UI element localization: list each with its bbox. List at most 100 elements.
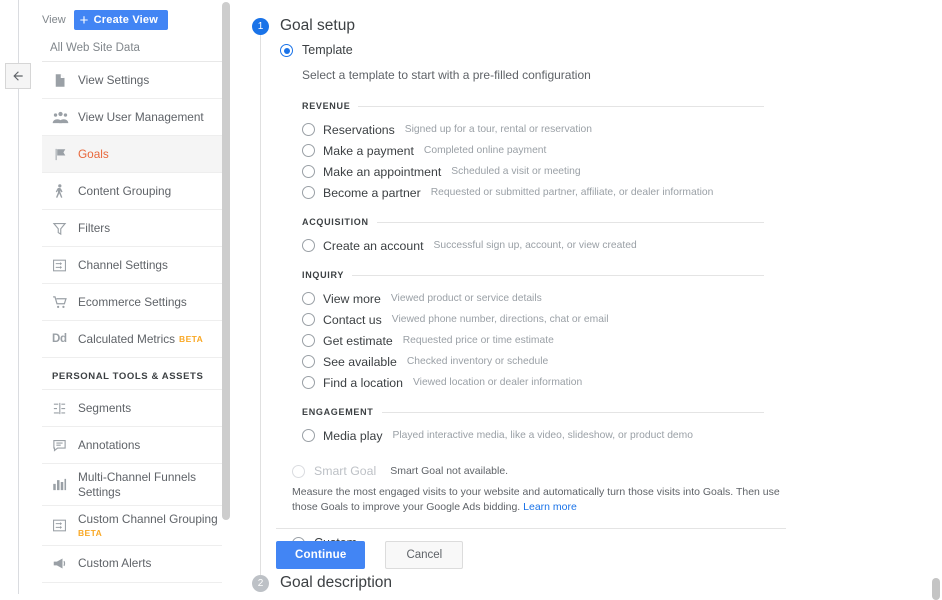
- option-name: Contact us: [323, 312, 382, 327]
- users-icon: [52, 110, 78, 125]
- template-radio[interactable]: [280, 44, 293, 57]
- sidebar: View + Create View All Web Site Data Vie…: [34, 0, 230, 594]
- template-option-create-an-account[interactable]: Create an account Successful sign up, ac…: [302, 235, 764, 256]
- option-desc: Completed online payment: [423, 145, 547, 156]
- template-option-contact-us[interactable]: Contact us Viewed phone number, directio…: [302, 309, 764, 330]
- funnel-icon: [52, 221, 78, 236]
- sidebar-item-goals[interactable]: Goals: [42, 136, 230, 173]
- group-title: ACQUISITION: [302, 217, 369, 227]
- option-name: Make a payment: [323, 143, 414, 158]
- template-option-become-a-partner[interactable]: Become a partner Requested or submitted …: [302, 182, 764, 203]
- template-option-make-an-appointment[interactable]: Make an appointment Scheduled a visit or…: [302, 161, 764, 182]
- action-divider: [276, 528, 786, 529]
- create-view-label: Create View: [93, 14, 158, 26]
- sidebar-item-channel-settings[interactable]: Channel Settings: [42, 247, 230, 284]
- template-group-revenue: REVENUE Reservations Signed up for a tou…: [302, 101, 764, 203]
- sidebar-item-custom-alerts[interactable]: Custom Alerts: [42, 546, 230, 583]
- option-radio[interactable]: [302, 144, 315, 157]
- sidebar-item-custom-channel-grouping[interactable]: Custom Channel Grouping BETA: [42, 506, 230, 546]
- template-hint: Select a template to start with a pre-fi…: [302, 68, 591, 82]
- group-rule: [352, 274, 764, 276]
- sidebar-item-label: Segments: [78, 400, 132, 415]
- option-name: Reservations: [323, 122, 395, 137]
- speech-bubble-icon: [52, 438, 78, 453]
- option-radio[interactable]: [302, 376, 315, 389]
- smart-goal-radio: [292, 464, 305, 478]
- sidebar-item-label: Ecommerce Settings: [78, 294, 187, 309]
- option-radio[interactable]: [302, 123, 315, 136]
- template-radio-row[interactable]: Template: [280, 44, 840, 57]
- template-option-reservations[interactable]: Reservations Signed up for a tour, renta…: [302, 119, 764, 140]
- group-header: ENGAGEMENT: [302, 407, 764, 417]
- template-option-find-a-location[interactable]: Find a location Viewed location or deale…: [302, 372, 764, 393]
- sidebar-item-multi-channel-funnels-settings[interactable]: Multi-Channel Funnels Settings: [42, 464, 230, 507]
- smart-goal-description: Measure the most engaged visits to your …: [292, 486, 780, 514]
- sidebar-item-view-settings[interactable]: View Settings: [42, 62, 230, 99]
- document-icon: [52, 73, 78, 88]
- option-name: Create an account: [323, 238, 424, 253]
- view-name[interactable]: All Web Site Data: [42, 34, 228, 62]
- option-radio[interactable]: [302, 334, 315, 347]
- nav-list: View Settings View User Management Goals…: [34, 62, 230, 583]
- sidebar-item-content-grouping[interactable]: Content Grouping: [42, 173, 230, 210]
- option-radio[interactable]: [302, 165, 315, 178]
- sidebar-item-label: Annotations: [78, 437, 141, 452]
- group-title: REVENUE: [302, 101, 351, 111]
- option-radio[interactable]: [302, 186, 315, 199]
- sidebar-item-filters[interactable]: Filters: [42, 210, 230, 247]
- template-group-acquisition: ACQUISITION Create an account Successful…: [302, 217, 764, 256]
- action-buttons: Continue Cancel: [276, 541, 464, 569]
- smart-goal-label: Smart Goal: [314, 464, 377, 478]
- view-header: View + Create View: [34, 0, 230, 34]
- option-desc: Scheduled a visit or meeting: [451, 166, 581, 177]
- learn-more-link[interactable]: Learn more: [523, 501, 577, 513]
- sidebar-item-calculated-metrics[interactable]: Dd Calculated Metrics BETA: [42, 321, 230, 358]
- smart-goal-row: Smart Goal Smart Goal not available.: [292, 464, 792, 478]
- page-scrollbar-thumb[interactable]: [932, 578, 940, 600]
- group-header: ACQUISITION: [302, 217, 764, 227]
- template-option-view-more[interactable]: View more Viewed product or service deta…: [302, 288, 764, 309]
- shopping-cart-icon: [52, 295, 78, 310]
- segments-icon: [52, 401, 78, 416]
- step-connector-line: [260, 33, 261, 578]
- dd-icon: Dd: [52, 333, 67, 345]
- option-desc: Checked inventory or schedule: [406, 356, 549, 367]
- channel-icon: [52, 258, 78, 273]
- create-view-button[interactable]: + Create View: [73, 10, 168, 30]
- template-option-make-a-payment[interactable]: Make a payment Completed online payment: [302, 140, 764, 161]
- option-radio[interactable]: [302, 292, 315, 305]
- sidebar-item-segments[interactable]: Segments: [42, 390, 230, 427]
- beta-badge: BETA: [179, 333, 204, 344]
- sidebar-item-annotations[interactable]: Annotations: [42, 427, 230, 464]
- cancel-button[interactable]: Cancel: [385, 541, 464, 569]
- option-radio[interactable]: [302, 355, 315, 368]
- smart-goal-status: Smart Goal not available.: [390, 465, 509, 477]
- group-rule: [381, 411, 764, 413]
- option-name: See available: [323, 354, 397, 369]
- continue-button[interactable]: Continue: [276, 541, 366, 569]
- option-radio[interactable]: [302, 239, 315, 252]
- group-title: INQUIRY: [302, 270, 345, 280]
- back-arrow-button[interactable]: [5, 63, 31, 89]
- option-desc: Requested price or time estimate: [402, 335, 554, 346]
- sidebar-item-ecommerce-settings[interactable]: Ecommerce Settings: [42, 284, 230, 321]
- option-name: Get estimate: [323, 333, 393, 348]
- sidebar-scrollbar-thumb[interactable]: [222, 2, 230, 520]
- option-desc: Successful sign up, account, or view cre…: [433, 240, 637, 251]
- template-option-see-available[interactable]: See available Checked inventory or sched…: [302, 351, 764, 372]
- sidebar-section-personal-tools: PERSONAL TOOLS & ASSETS: [42, 358, 230, 390]
- goal-setup-body: Template Select a template to start with…: [280, 44, 840, 550]
- template-option-media-play[interactable]: Media play Played interactive media, lik…: [302, 425, 764, 446]
- option-desc: Viewed location or dealer information: [412, 377, 583, 388]
- template-option-get-estimate[interactable]: Get estimate Requested price or time est…: [302, 330, 764, 351]
- sidebar-item-view-user-management[interactable]: View User Management: [42, 99, 230, 136]
- channel-icon: [52, 518, 78, 533]
- option-name: View more: [323, 291, 381, 306]
- template-group-engagement: ENGAGEMENT Media play Played interactive…: [302, 407, 764, 446]
- megaphone-icon: [52, 556, 78, 571]
- template-groups: REVENUE Reservations Signed up for a tou…: [302, 101, 764, 446]
- option-radio[interactable]: [302, 429, 315, 442]
- option-desc: Played interactive media, like a video, …: [392, 430, 693, 441]
- option-radio[interactable]: [302, 313, 315, 326]
- step-1-badge: 1: [252, 18, 269, 35]
